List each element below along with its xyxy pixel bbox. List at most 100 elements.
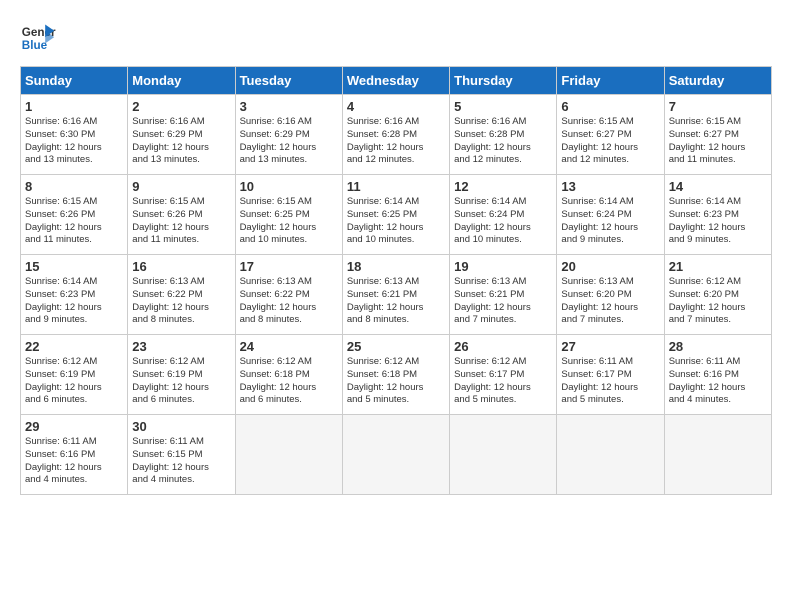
day-number: 21 <box>669 259 767 274</box>
day-info: Sunrise: 6:11 AMSunset: 6:16 PMDaylight:… <box>669 356 767 407</box>
day-info: Sunrise: 6:14 AMSunset: 6:23 PMDaylight:… <box>25 276 123 327</box>
day-number: 28 <box>669 339 767 354</box>
day-number: 19 <box>454 259 552 274</box>
day-info: Sunrise: 6:15 AMSunset: 6:26 PMDaylight:… <box>132 196 230 247</box>
calendar-cell: 15 Sunrise: 6:14 AMSunset: 6:23 PMDayligh… <box>21 255 128 335</box>
day-number: 6 <box>561 99 659 114</box>
day-number: 24 <box>240 339 338 354</box>
calendar-cell: 26Sunrise: 6:12 AMSunset: 6:17 PMDayligh… <box>450 335 557 415</box>
calendar-cell: 20 Sunrise: 6:13 AMSunset: 6:20 PMDayligh… <box>557 255 664 335</box>
calendar-cell: 9 Sunrise: 6:15 AMSunset: 6:26 PMDaylight… <box>128 175 235 255</box>
day-info: Sunrise: 6:16 AMSunset: 6:30 PMDaylight:… <box>25 116 123 167</box>
day-info: Sunrise: 6:11 AMSunset: 6:17 PMDaylight:… <box>561 356 659 407</box>
calendar-cell: 29 Sunrise: 6:11 AMSunset: 6:16 PMDayligh… <box>21 415 128 495</box>
calendar-cell: 14Sunrise: 6:14 AMSunset: 6:23 PMDayligh… <box>664 175 771 255</box>
calendar-cell: 17Sunrise: 6:13 AMSunset: 6:22 PMDayligh… <box>235 255 342 335</box>
day-number: 16 <box>132 259 230 274</box>
day-number: 4 <box>347 99 445 114</box>
day-info: Sunrise: 6:14 AMSunset: 6:24 PMDaylight:… <box>561 196 659 247</box>
calendar-cell: 5Sunrise: 6:16 AMSunset: 6:28 PMDaylight… <box>450 95 557 175</box>
day-number: 22 <box>25 339 123 354</box>
day-number: 2 <box>132 99 230 114</box>
calendar-cell: 23 Sunrise: 6:12 AMSunset: 6:19 PMDayligh… <box>128 335 235 415</box>
day-number: 11 <box>347 179 445 194</box>
day-info: Sunrise: 6:12 AMSunset: 6:18 PMDaylight:… <box>240 356 338 407</box>
calendar-body: 1 Sunrise: 6:16 AMSunset: 6:30 PMDaylight… <box>21 95 772 495</box>
day-number: 8 <box>25 179 123 194</box>
day-info: Sunrise: 6:13 AMSunset: 6:20 PMDaylight:… <box>561 276 659 327</box>
calendar-cell <box>664 415 771 495</box>
week-row-3: 15 Sunrise: 6:14 AMSunset: 6:23 PMDayligh… <box>21 255 772 335</box>
day-info: Sunrise: 6:12 AMSunset: 6:19 PMDaylight:… <box>25 356 123 407</box>
calendar-cell <box>557 415 664 495</box>
day-number: 9 <box>132 179 230 194</box>
day-number: 23 <box>132 339 230 354</box>
day-info: Sunrise: 6:15 AMSunset: 6:26 PMDaylight:… <box>25 196 123 247</box>
day-number: 26 <box>454 339 552 354</box>
day-info: Sunrise: 6:14 AMSunset: 6:24 PMDaylight:… <box>454 196 552 247</box>
day-info: Sunrise: 6:13 AMSunset: 6:21 PMDaylight:… <box>454 276 552 327</box>
calendar-cell: 28 Sunrise: 6:11 AMSunset: 6:16 PMDayligh… <box>664 335 771 415</box>
day-number: 15 <box>25 259 123 274</box>
calendar-cell: 22 Sunrise: 6:12 AMSunset: 6:19 PMDayligh… <box>21 335 128 415</box>
header-day-wednesday: Wednesday <box>342 67 449 95</box>
header-day-sunday: Sunday <box>21 67 128 95</box>
day-info: Sunrise: 6:12 AMSunset: 6:20 PMDaylight:… <box>669 276 767 327</box>
day-info: Sunrise: 6:13 AMSunset: 6:22 PMDaylight:… <box>240 276 338 327</box>
header-day-saturday: Saturday <box>664 67 771 95</box>
day-info: Sunrise: 6:11 AMSunset: 6:16 PMDaylight:… <box>25 436 123 487</box>
calendar-cell: 4 Sunrise: 6:16 AMSunset: 6:28 PMDaylight… <box>342 95 449 175</box>
day-info: Sunrise: 6:16 AMSunset: 6:28 PMDaylight:… <box>347 116 445 167</box>
day-info: Sunrise: 6:15 AMSunset: 6:27 PMDaylight:… <box>669 116 767 167</box>
logo: General Blue <box>20 20 56 56</box>
day-info: Sunrise: 6:13 AMSunset: 6:21 PMDaylight:… <box>347 276 445 327</box>
calendar-cell: 27 Sunrise: 6:11 AMSunset: 6:17 PMDayligh… <box>557 335 664 415</box>
calendar-header-row: SundayMondayTuesdayWednesdayThursdayFrid… <box>21 67 772 95</box>
week-row-5: 29 Sunrise: 6:11 AMSunset: 6:16 PMDayligh… <box>21 415 772 495</box>
day-info: Sunrise: 6:14 AMSunset: 6:25 PMDaylight:… <box>347 196 445 247</box>
day-number: 5 <box>454 99 552 114</box>
day-number: 27 <box>561 339 659 354</box>
day-number: 13 <box>561 179 659 194</box>
calendar-cell: 1 Sunrise: 6:16 AMSunset: 6:30 PMDaylight… <box>21 95 128 175</box>
calendar-cell: 16Sunrise: 6:13 AMSunset: 6:22 PMDayligh… <box>128 255 235 335</box>
calendar-cell: 25Sunrise: 6:12 AMSunset: 6:18 PMDayligh… <box>342 335 449 415</box>
day-number: 18 <box>347 259 445 274</box>
week-row-4: 22 Sunrise: 6:12 AMSunset: 6:19 PMDayligh… <box>21 335 772 415</box>
day-info: Sunrise: 6:16 AMSunset: 6:29 PMDaylight:… <box>240 116 338 167</box>
calendar-cell <box>235 415 342 495</box>
day-number: 10 <box>240 179 338 194</box>
day-info: Sunrise: 6:11 AMSunset: 6:15 PMDaylight:… <box>132 436 230 487</box>
day-number: 3 <box>240 99 338 114</box>
day-info: Sunrise: 6:12 AMSunset: 6:19 PMDaylight:… <box>132 356 230 407</box>
header-day-thursday: Thursday <box>450 67 557 95</box>
day-number: 25 <box>347 339 445 354</box>
logo-icon: General Blue <box>20 20 56 56</box>
day-info: Sunrise: 6:15 AMSunset: 6:25 PMDaylight:… <box>240 196 338 247</box>
calendar-cell: 2 Sunrise: 6:16 AMSunset: 6:29 PMDaylight… <box>128 95 235 175</box>
calendar-cell: 7Sunrise: 6:15 AMSunset: 6:27 PMDaylight… <box>664 95 771 175</box>
day-number: 20 <box>561 259 659 274</box>
week-row-2: 8 Sunrise: 6:15 AMSunset: 6:26 PMDaylight… <box>21 175 772 255</box>
header-day-tuesday: Tuesday <box>235 67 342 95</box>
calendar-cell: 21 Sunrise: 6:12 AMSunset: 6:20 PMDayligh… <box>664 255 771 335</box>
day-number: 1 <box>25 99 123 114</box>
day-info: Sunrise: 6:16 AMSunset: 6:29 PMDaylight:… <box>132 116 230 167</box>
calendar-table: SundayMondayTuesdayWednesdayThursdayFrid… <box>20 66 772 495</box>
calendar-cell: 30Sunrise: 6:11 AMSunset: 6:15 PMDayligh… <box>128 415 235 495</box>
calendar-cell: 8 Sunrise: 6:15 AMSunset: 6:26 PMDaylight… <box>21 175 128 255</box>
calendar-cell: 10 Sunrise: 6:15 AMSunset: 6:25 PMDayligh… <box>235 175 342 255</box>
calendar-cell: 18 Sunrise: 6:13 AMSunset: 6:21 PMDayligh… <box>342 255 449 335</box>
day-info: Sunrise: 6:15 AMSunset: 6:27 PMDaylight:… <box>561 116 659 167</box>
calendar-cell: 11 Sunrise: 6:14 AMSunset: 6:25 PMDayligh… <box>342 175 449 255</box>
day-number: 29 <box>25 419 123 434</box>
week-row-1: 1 Sunrise: 6:16 AMSunset: 6:30 PMDaylight… <box>21 95 772 175</box>
day-number: 14 <box>669 179 767 194</box>
page-header: General Blue <box>20 20 772 56</box>
header-day-monday: Monday <box>128 67 235 95</box>
svg-text:Blue: Blue <box>22 39 48 52</box>
calendar-cell: 19 Sunrise: 6:13 AMSunset: 6:21 PMDayligh… <box>450 255 557 335</box>
calendar-cell: 24 Sunrise: 6:12 AMSunset: 6:18 PMDayligh… <box>235 335 342 415</box>
calendar-cell: 12Sunrise: 6:14 AMSunset: 6:24 PMDayligh… <box>450 175 557 255</box>
calendar-cell: 13 Sunrise: 6:14 AMSunset: 6:24 PMDayligh… <box>557 175 664 255</box>
